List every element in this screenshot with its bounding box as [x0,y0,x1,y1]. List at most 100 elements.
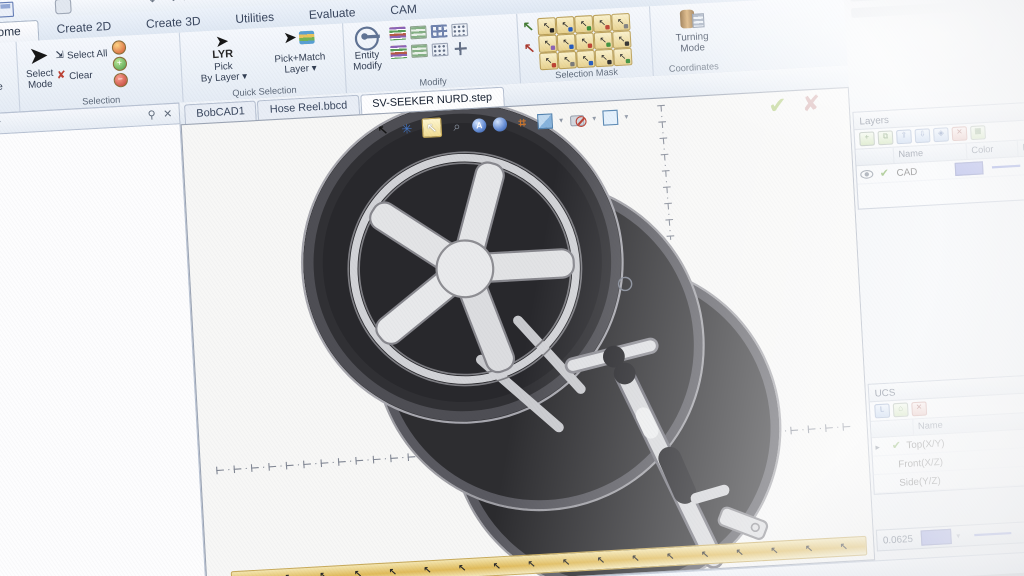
mask-strip-icon[interactable]: ↖ [631,552,640,564]
chevron-down-icon[interactable]: ▾ [624,112,628,121]
modify-tool-icon[interactable] [409,25,426,39]
layer-line-style[interactable] [992,165,1020,169]
new-ucs-icon[interactable]: L [874,403,890,418]
mask-strip-icon[interactable]: ↖ [666,550,675,562]
selection-mask-button[interactable]: ↖ [537,17,556,35]
settings-icon[interactable] [55,0,72,14]
add-layer-icon[interactable]: + [859,131,875,146]
selection-mask-button[interactable]: ↖ [611,13,630,31]
annotation-icon[interactable]: A [472,118,487,133]
ribbon-group-quick-selection: ➤ LYR Pick By Layer ▾ ➤ Pick+Match Layer… [180,23,347,102]
delete-ucs-icon[interactable]: ✕ [911,401,927,416]
selection-mask-button[interactable]: ↖ [613,48,632,66]
mask-strip-icon[interactable]: ↖ [354,568,363,576]
chevron-down-icon[interactable]: ▾ [956,532,960,541]
shaded-sphere-icon[interactable] [492,116,507,131]
snap-icon[interactable]: ✳ [398,120,416,138]
accept-icon[interactable]: ✔ [768,92,788,120]
mask-strip-icon[interactable]: ↖ [527,558,536,570]
3d-model-hose-reel[interactable] [182,88,876,576]
turning-mode-button[interactable]: Turning Mode [671,5,713,55]
modify-tool-icon[interactable] [452,42,469,56]
mask-strip-icon[interactable]: ↖ [735,546,744,558]
copy-layer-icon[interactable]: ⧉ [877,130,893,145]
selection-mask-button[interactable]: ↖ [538,34,557,52]
select-mode-button[interactable]: ➤ Select Mode [21,42,57,92]
ucs-origin-icon[interactable]: ⌂ [893,402,909,417]
delete-layer-icon[interactable]: ✕ [951,126,967,141]
mask-strip-icon[interactable]: ↖ [423,564,432,576]
add-selection-icon[interactable]: + [112,56,127,71]
modify-tool-icon[interactable] [431,43,448,57]
mask-strip-icon[interactable]: ↖ [284,572,293,576]
col-color: Color [967,141,1019,159]
glare-obscured-panel [850,0,1024,2]
close-icon[interactable]: ✕ [163,108,173,120]
modify-tool-icon[interactable] [389,27,406,41]
color-swatch[interactable] [920,529,951,546]
layer-settings-icon[interactable]: ◈ [933,127,949,142]
pin-icon[interactable]: ⚲ [147,109,156,121]
mask-strip-icon[interactable]: ↖ [770,544,779,556]
mask-strip-icon[interactable]: ↖ [492,560,501,572]
merge-layer-icon[interactable]: ⇩ [914,128,930,143]
line-width-value[interactable]: 0.0625 [883,533,914,546]
selection-mask-button[interactable]: ↖ [556,33,575,51]
selection-mask-button[interactable]: ↖ [576,50,595,68]
clear-button[interactable]: ✘Clear [56,65,109,84]
selection-mask-button[interactable]: ↖ [539,52,558,70]
row-selector-icon [874,483,890,484]
select-all-label: Select All [67,47,108,60]
cancel-icon[interactable]: ✘ [801,90,821,118]
shaded-view-icon[interactable] [537,113,553,129]
selection-mask-button[interactable]: ↖ [574,15,593,33]
layer-filter-icon[interactable]: ▦ [970,125,986,140]
undo-icon[interactable]: ↶ [149,0,160,8]
mask-strip-icon[interactable]: ↖ [388,566,397,576]
hide-entities-icon[interactable] [569,112,586,127]
axes-icon[interactable]: ⌗ [513,113,531,131]
mask-include-icon[interactable]: ↖ [522,18,535,36]
selection-mask-button[interactable]: ↖ [594,49,613,67]
layer-color-swatch[interactable] [955,161,984,176]
mask-exclude-icon[interactable]: ↖ [523,40,536,58]
selection-mask-button[interactable]: ↖ [593,31,612,49]
mask-strip-icon[interactable]: ↖ [596,554,605,566]
remove-selection-icon[interactable]: − [113,73,128,88]
selection-filter-icon[interactable]: ↖ [422,117,443,138]
pick-by-layer-button[interactable]: ➤ LYR Pick By Layer ▾ [195,31,251,85]
selection-mask-button[interactable]: ↖ [557,51,576,69]
move-layer-icon[interactable]: ⇧ [896,129,912,144]
zoom-icon[interactable]: ⌕ [448,117,466,135]
modify-tool-icon[interactable] [410,44,427,58]
turning-mode-label2: Mode [680,41,705,53]
more-commands-icon[interactable]: ▾ [182,0,187,6]
chevron-down-icon[interactable]: ▾ [559,116,563,125]
cursor-icon[interactable]: ↖ [374,121,392,139]
visibility-eye-icon[interactable] [860,170,874,179]
paste-button[interactable]: Paste [0,77,3,96]
mask-strip-icon[interactable]: ↖ [701,548,710,560]
viewport[interactable]: ↖ ✳ ↖ ⌕ A ⌗ ▾ ▾ ▾ ✔ ✘ ↖ ↖ ↖ ↖ ↖ ↖ ↖ ↖ ↖ ↖ ↖ ↖ ↖ ↖ ↖ ↖… [181,87,876,576]
chevron-down-icon[interactable]: ▾ [592,114,596,123]
select-all-button[interactable]: ⇲Select All [55,44,108,63]
line-style-preview[interactable] [974,532,1011,536]
selection-mask-button[interactable]: ↖ [556,16,575,34]
mask-strip-icon[interactable]: ↖ [319,570,328,576]
pick-match-layer-button[interactable]: ➤ Pick+Match Layer ▾ [270,27,330,77]
highlight-toggle-icon[interactable] [111,40,126,55]
redo-icon[interactable]: ↷ [166,0,177,7]
mask-strip-icon[interactable]: ↖ [805,543,814,555]
entity-modify-button[interactable]: Entity Modify [348,23,386,73]
selection-mask-button[interactable]: ↖ [593,14,612,32]
mask-strip-icon[interactable]: ↖ [839,541,848,553]
mask-strip-icon[interactable]: ↖ [562,556,571,568]
save-all-icon[interactable] [0,2,14,18]
modify-tool-icon[interactable] [451,23,468,37]
mask-strip-icon[interactable]: ↖ [458,562,467,574]
modify-tool-icon[interactable] [390,45,407,59]
selection-mask-button[interactable]: ↖ [575,32,594,50]
selection-mask-button[interactable]: ↖ [612,30,631,48]
modify-tool-icon[interactable] [430,24,447,38]
wireframe-view-icon[interactable] [602,110,618,126]
